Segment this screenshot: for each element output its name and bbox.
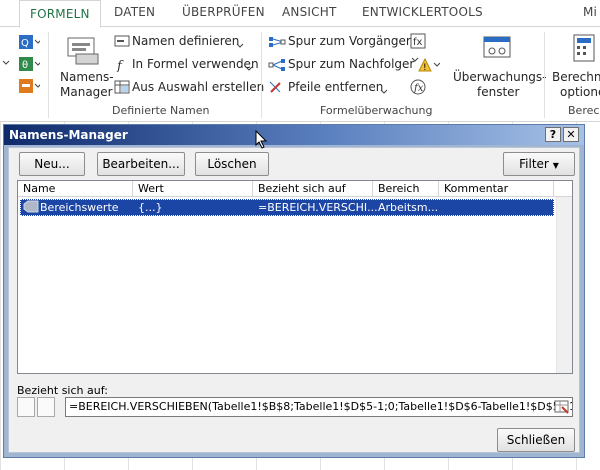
refers-to-value: =BEREICH.VERSCHIEBEN(Tabelle1!$B$8;Tabel… bbox=[69, 400, 573, 413]
name-tag-icon bbox=[23, 200, 39, 217]
group-label-formula-auditing: Formelüberwachung bbox=[320, 104, 433, 117]
row-refers-to: =BEREICH.VERSCHI... bbox=[258, 201, 378, 214]
names-manager-label-1[interactable]: Namens- bbox=[60, 70, 114, 84]
confirm-edit-button[interactable] bbox=[37, 397, 55, 417]
remove-arrows-button[interactable]: Pfeile entfernen bbox=[288, 80, 383, 94]
watch-window-label-2[interactable]: fenster bbox=[477, 85, 520, 99]
define-name-icon[interactable] bbox=[114, 35, 130, 50]
watch-window-icon[interactable] bbox=[482, 33, 512, 66]
group-label-calculation: Berech bbox=[568, 104, 600, 117]
delete-button[interactable]: Löschen bbox=[195, 152, 269, 176]
chevron-down-icon[interactable] bbox=[380, 84, 388, 98]
create-from-selection-button[interactable]: Aus Auswahl erstellen bbox=[132, 80, 264, 94]
ribbon-separator bbox=[261, 32, 262, 118]
cancel-edit-button[interactable] bbox=[17, 397, 35, 417]
ribbon: FORMELN DATEN ÜBERPRÜFEN ANSICHT ENTWICK… bbox=[0, 0, 600, 122]
more-functions-icon[interactable] bbox=[18, 78, 42, 97]
use-in-formula-button[interactable]: In Formel verwenden bbox=[132, 57, 259, 71]
ribbon-separator bbox=[544, 32, 545, 118]
names-manager-icon[interactable] bbox=[64, 34, 102, 71]
watch-window-label-1[interactable]: Überwachungs- bbox=[453, 70, 547, 84]
calculator-icon[interactable] bbox=[572, 34, 596, 65]
refers-to-label: Bezieht sich auf: bbox=[17, 384, 108, 397]
use-in-formula-icon[interactable]: f bbox=[116, 58, 130, 75]
close-button-label: Schließen bbox=[506, 433, 566, 447]
dialog-titlebar[interactable]: Namens-Manager ? ✕ bbox=[4, 125, 584, 145]
row-name: Bereichswerte bbox=[40, 201, 119, 214]
svg-text:θ: θ bbox=[22, 60, 28, 71]
filter-button-label: Filter bbox=[519, 157, 549, 171]
refers-to-input[interactable]: =BEREICH.VERSCHIEBEN(Tabelle1!$B$8;Tabel… bbox=[65, 397, 573, 417]
list-header: Name Wert Bezieht sich auf Bereich Komme… bbox=[18, 181, 572, 197]
math-trig-icon[interactable]: θ bbox=[18, 56, 42, 75]
ribbon-separator bbox=[48, 32, 49, 118]
trace-precedents-button[interactable]: Spur zum Vorgänger bbox=[288, 34, 411, 48]
mouse-cursor-icon bbox=[255, 129, 269, 153]
close-button[interactable]: Schließen bbox=[497, 428, 575, 452]
tab-ansicht[interactable]: ANSICHT bbox=[282, 5, 336, 19]
tab-ueberpruefen[interactable]: ÜBERPRÜFEN bbox=[182, 5, 265, 19]
column-header-comment[interactable]: Kommentar bbox=[439, 181, 554, 197]
table-row[interactable]: Bereichswerte {...} =BEREICH.VERSCHI... … bbox=[20, 199, 554, 216]
column-header-value[interactable]: Wert bbox=[133, 181, 253, 197]
trace-precedents-icon[interactable] bbox=[268, 35, 286, 52]
range-picker-icon[interactable] bbox=[554, 400, 570, 414]
create-from-selection-icon[interactable] bbox=[114, 80, 130, 97]
names-manager-label-2[interactable]: Manager bbox=[60, 85, 113, 99]
group-label-defined-names: Definierte Namen bbox=[112, 104, 210, 117]
show-formulas-icon[interactable]: fx bbox=[410, 33, 426, 52]
row-scope: Arbeitsm... bbox=[378, 201, 439, 214]
tab-daten[interactable]: DATEN bbox=[114, 5, 155, 19]
edit-button[interactable]: Bearbeiten... bbox=[97, 152, 185, 176]
column-header-refers-to[interactable]: Bezieht sich auf bbox=[253, 181, 373, 197]
close-icon[interactable]: ✕ bbox=[563, 127, 579, 142]
dialog-title: Namens-Manager bbox=[9, 128, 128, 142]
tab-formeln[interactable]: FORMELN bbox=[19, 0, 101, 28]
svg-text:f: f bbox=[116, 59, 124, 72]
edit-button-label: Bearbeiten... bbox=[102, 157, 180, 171]
names-list[interactable]: Name Wert Bezieht sich auf Bereich Komme… bbox=[17, 180, 573, 374]
column-header-scope[interactable]: Bereich bbox=[373, 181, 439, 197]
column-header-name[interactable]: Name bbox=[18, 181, 133, 197]
chevron-down-icon[interactable] bbox=[245, 61, 253, 75]
new-button[interactable]: Neu... bbox=[19, 152, 85, 176]
trace-dependents-icon[interactable] bbox=[268, 58, 286, 75]
new-button-label: Neu... bbox=[34, 157, 70, 171]
error-checking-icon[interactable]: ! bbox=[410, 56, 441, 75]
row-value: {...} bbox=[138, 201, 163, 214]
delete-button-label: Löschen bbox=[207, 157, 257, 171]
chevron-down-icon[interactable] bbox=[236, 38, 244, 52]
tab-more[interactable]: Mi bbox=[583, 5, 597, 19]
calc-options-label-2[interactable]: optione bbox=[560, 85, 600, 99]
lookup-icon[interactable]: Q bbox=[18, 34, 42, 53]
filter-button[interactable]: Filter ▼ bbox=[503, 152, 575, 176]
svg-text:Q: Q bbox=[21, 38, 29, 49]
names-manager-dialog: Namens-Manager ? ✕ Neu... Bearbeiten... … bbox=[3, 124, 585, 458]
svg-text:!: ! bbox=[423, 63, 427, 72]
svg-text:fx: fx bbox=[413, 37, 423, 48]
tab-entwicklertools[interactable]: ENTWICKLERTOOLS bbox=[362, 5, 483, 19]
calc-options-label-1[interactable]: Berechnu bbox=[552, 70, 600, 84]
trace-dependents-button[interactable]: Spur zum Nachfolger bbox=[288, 57, 414, 71]
list-scrollbar[interactable] bbox=[556, 197, 572, 373]
ribbon-tab-bar: FORMELN DATEN ÜBERPRÜFEN ANSICHT ENTWICK… bbox=[0, 0, 600, 28]
help-button[interactable]: ? bbox=[545, 127, 561, 142]
dialog-body: Neu... Bearbeiten... Löschen Filter ▼ Na… bbox=[8, 147, 580, 453]
define-name-button[interactable]: Namen definieren bbox=[132, 34, 239, 48]
remove-arrows-icon[interactable] bbox=[268, 80, 286, 97]
caret-down-icon: ▼ bbox=[552, 161, 559, 170]
chevron-left-icon bbox=[2, 56, 10, 70]
svg-text:fx: fx bbox=[413, 83, 424, 94]
evaluate-formula-icon[interactable]: fx bbox=[410, 79, 426, 98]
